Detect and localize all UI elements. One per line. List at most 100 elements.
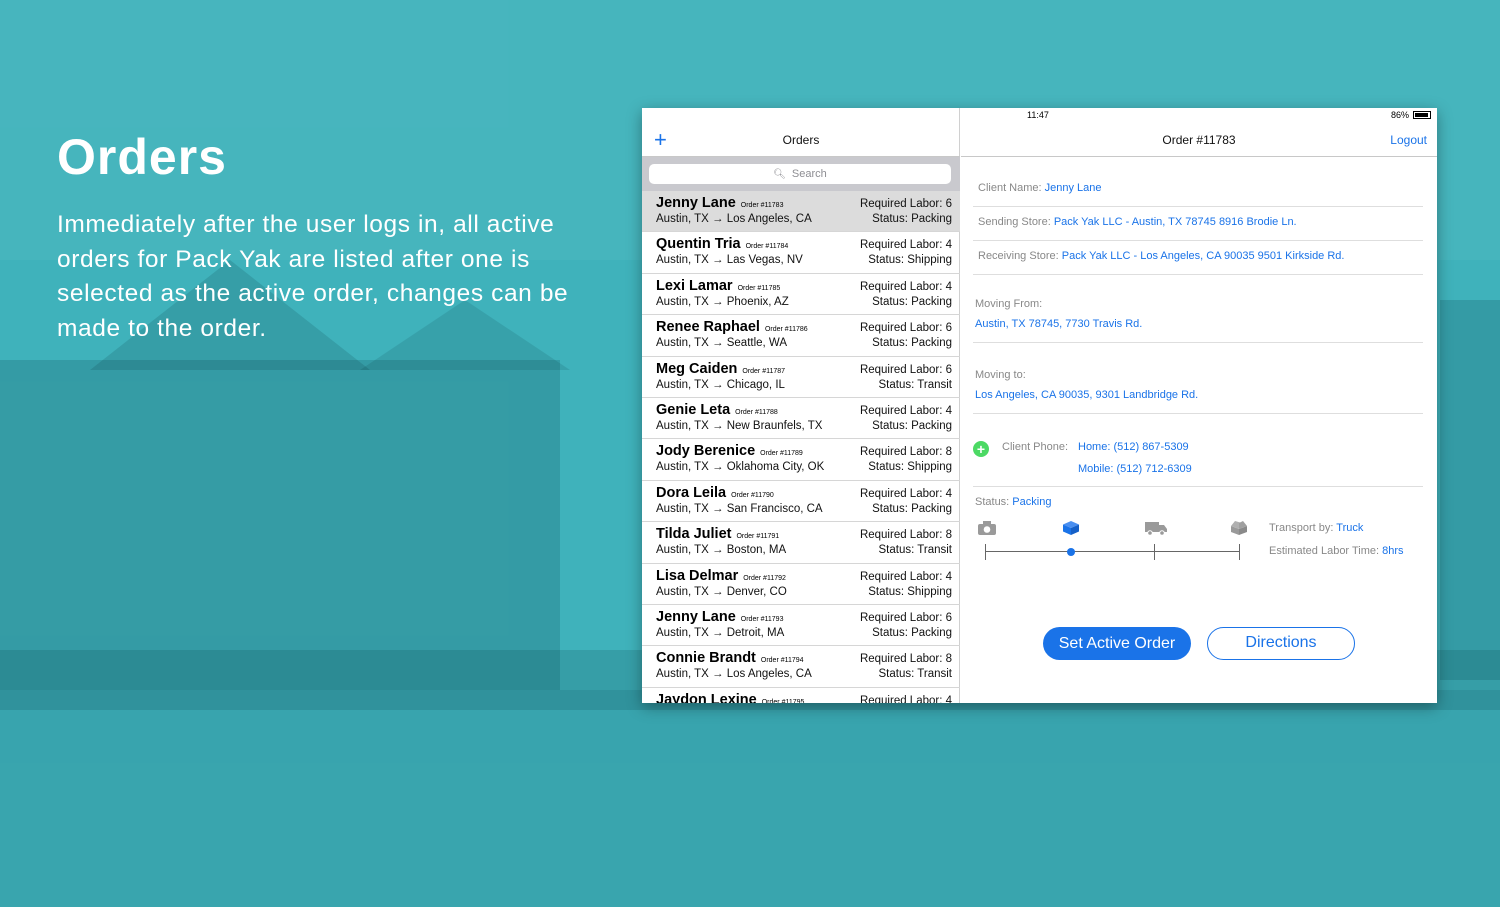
order-row[interactable]: Meg Caiden Order #11787 Austin, TX → Chica…	[642, 357, 960, 398]
order-required-labor: Required Labor: 6	[859, 363, 952, 376]
add-phone-button[interactable]: +	[973, 441, 989, 457]
receiving-store-label: Receiving Store:	[978, 250, 1062, 262]
order-number: Order #11786	[764, 326, 808, 334]
order-row[interactable]: Quentin Tria Order #11784 Austin, TX → Las…	[642, 232, 960, 274]
labor-time-field: Estimated Labor Time: 8hrs	[1269, 545, 1404, 557]
order-number: Order #11794	[760, 657, 804, 665]
order-status: Status: Packing	[872, 502, 952, 515]
order-row[interactable]: Lisa Delmar Order #11792 Austin, TX → Denv…	[642, 564, 960, 605]
order-client-name: Jenny Lane Order #11793	[656, 608, 784, 625]
order-client-name: Lisa Delmar Order #11792	[656, 567, 786, 584]
order-status: Status: Packing	[872, 295, 952, 308]
order-route: Austin, TX → Boston, MA	[656, 544, 787, 557]
order-number: Order #11787	[742, 367, 786, 375]
order-route: Austin, TX → New Braunfels, TX	[656, 419, 823, 432]
order-route: Austin, TX → Los Angeles, CA	[656, 213, 812, 225]
status-field: Status: Packing	[975, 496, 1051, 508]
order-route: Austin, TX → Chicago, IL	[656, 378, 785, 391]
detail-title: Order #11783	[1162, 133, 1236, 147]
order-client-name: Connie Brandt Order #11794	[656, 650, 804, 667]
order-list: Jenny Lane Order #11783 Austin, TX → Los A…	[642, 191, 960, 703]
order-number: Order #11790	[731, 491, 774, 499]
order-route: Austin, TX → Denver, CO	[656, 585, 787, 598]
order-number: Order #11783	[740, 202, 784, 209]
order-number: Order #11795	[761, 698, 805, 703]
order-number: Order #11784	[745, 243, 789, 251]
order-number: Order #11789	[760, 450, 803, 458]
phone-mobile-link[interactable]: Mobile: (512) 712-6309	[1078, 463, 1192, 475]
order-client-name: Genie Leta Order #11788	[656, 401, 778, 418]
client-phone-label: Client Phone:	[1002, 441, 1069, 453]
receiving-store-value[interactable]: Pack Yak LLC - Los Angeles, CA 90035 950…	[1062, 250, 1345, 262]
order-row[interactable]: Genie Leta Order #11788 Austin, TX → New B…	[642, 398, 960, 440]
order-row[interactable]: Lexi Lamar Order #11785 Austin, TX → Phoen…	[642, 274, 960, 316]
open-box-icon	[1231, 521, 1247, 535]
order-required-labor: Required Labor: 6	[859, 611, 952, 624]
status-label: Status:	[975, 496, 1013, 508]
order-client-name: Tilda Juliet Order #11791	[656, 526, 780, 543]
order-row[interactable]: Connie Brandt Order #11794 Austin, TX → Lo…	[642, 646, 960, 688]
moving-to-label: Moving to:	[975, 369, 1026, 381]
sending-store-value[interactable]: Pack Yak LLC - Austin, TX 78745 8916 Bro…	[1054, 216, 1297, 228]
order-status: Status: Packing	[872, 213, 952, 225]
box-icon	[1063, 521, 1079, 535]
search-input[interactable]: 🔍︎ Search	[649, 164, 951, 184]
order-client-name: Jenny Lane Order #11783	[656, 195, 784, 211]
progress-marker	[1067, 548, 1075, 556]
client-name-value[interactable]: Jenny Lane	[1045, 182, 1102, 194]
orders-title: Orders	[782, 133, 820, 147]
order-required-labor: Required Labor: 4	[859, 404, 952, 417]
order-row[interactable]: Jaydon Lexine Order #11795 Required Labor:…	[642, 688, 960, 703]
order-required-labor: Required Labor: 4	[859, 487, 952, 500]
order-number: Order #11793	[740, 615, 784, 623]
client-name-field: Client Name: Jenny Lane	[978, 182, 1102, 194]
order-client-name: Jaydon Lexine Order #11795	[656, 692, 804, 703]
intro-title: Orders	[57, 129, 227, 185]
order-route: Austin, TX → Los Angeles, CA	[656, 668, 812, 681]
order-required-labor: Required Labor: 4	[859, 570, 952, 583]
search-bar: 🔍︎ Search	[642, 157, 960, 191]
order-status: Status: Shipping	[868, 585, 952, 598]
order-client-name: Meg Caiden Order #11787	[656, 360, 786, 377]
order-required-labor: Required Labor: 6	[859, 322, 952, 335]
labor-time-label: Estimated Labor Time:	[1269, 545, 1383, 557]
client-name-label: Client Name:	[978, 182, 1045, 194]
order-row[interactable]: Dora Leila Order #11790 Austin, TX → San F…	[642, 481, 960, 523]
phone-home-link[interactable]: Home: (512) 867-5309	[1078, 441, 1189, 453]
order-detail-pane: Order #11783 Logout Client Name: Jenny L…	[961, 108, 1437, 703]
order-number: Order #11785	[737, 284, 781, 292]
sending-store-label: Sending Store:	[978, 216, 1054, 228]
set-active-order-button[interactable]: Set Active Order	[1043, 627, 1191, 660]
order-required-labor: Required Labor: 4	[859, 280, 952, 293]
order-status: Status: Transit	[878, 378, 952, 391]
order-client-name: Jody Berenice Order #11789	[656, 443, 803, 460]
order-required-labor: Required Labor: 4	[859, 239, 952, 252]
order-row[interactable]: Renee Raphael Order #11786 Austin, TX → Se…	[642, 315, 960, 357]
order-client-name: Dora Leila Order #11790	[656, 484, 774, 501]
order-client-name: Renee Raphael Order #11786	[656, 319, 808, 336]
order-route: Austin, TX → San Francisco, CA	[656, 502, 823, 515]
order-status: Status: Transit	[878, 668, 952, 681]
transport-value: Truck	[1336, 522, 1364, 534]
moving-from-label: Moving From:	[975, 298, 1043, 310]
order-route: Austin, TX → Oklahoma City, OK	[656, 461, 825, 474]
moving-to-value[interactable]: Los Angeles, CA 90035, 9301 Landbridge R…	[975, 389, 1198, 401]
truck-icon	[1145, 522, 1167, 536]
ipad-screen: ●●●●● 11:47 86% + Orders 🔍︎Search Jenny …	[642, 108, 1437, 703]
order-number: Order #11791	[736, 533, 780, 541]
order-row[interactable]: Jenny Lane Order #11783 Austin, TX → Los A…	[642, 191, 960, 233]
moving-from-value[interactable]: Austin, TX 78745, 7730 Travis Rd.	[975, 318, 1142, 330]
order-required-labor: Required Labor: 8	[859, 446, 952, 459]
order-status: Status: Packing	[872, 626, 952, 639]
transport-field: Transport by: Truck	[1269, 522, 1363, 534]
order-required-labor: Required Labor: 8	[859, 653, 952, 666]
directions-button[interactable]: Directions	[1207, 627, 1355, 660]
logout-button[interactable]: Logout	[1390, 133, 1427, 147]
intro-text: Orders Immediately after the user logs i…	[57, 128, 587, 346]
progress-track	[985, 551, 1240, 552]
order-row[interactable]: Jenny Lane Order #11793 Austin, TX → Detro…	[642, 605, 960, 647]
order-status: Status: Shipping	[868, 254, 952, 267]
order-row[interactable]: Tilda Juliet Order #11791 Austin, TX → Bos…	[642, 522, 960, 564]
intro-body: Immediately after the user logs in, all …	[57, 211, 569, 342]
order-row[interactable]: Jody Berenice Order #11789 Austin, TX → Ok…	[642, 439, 960, 481]
